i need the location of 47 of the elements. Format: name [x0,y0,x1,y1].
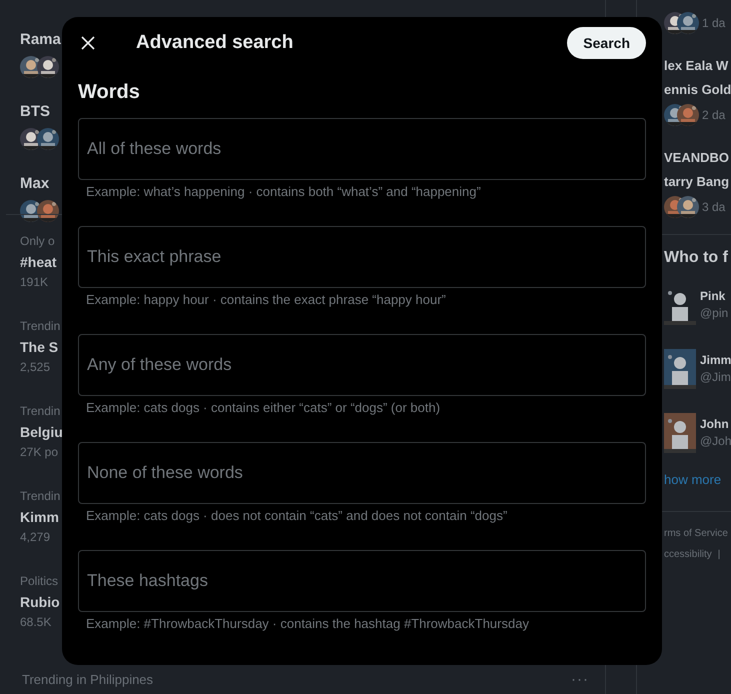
trend-name[interactable]: Kimm [20,507,62,527]
news-age: 2 da [702,106,726,124]
trend-name[interactable]: Belgiu [20,422,62,442]
account-handle: @Jim [700,369,731,386]
news-age: 1 da [702,14,726,32]
trend-count: 27K po [20,444,60,461]
field-hint: Example: what’s happening · contains both “what’s” and “happening” [85,184,482,200]
input-field[interactable]: Any of these words [78,334,646,396]
trend-name[interactable]: The S [20,337,62,357]
news-title[interactable]: BTS [20,102,62,122]
trend-context: Trendin [20,318,62,335]
trend-context: Trendin [20,488,62,505]
search-button[interactable]: Search [567,27,646,59]
news-title[interactable]: Rama [20,30,62,50]
account-name[interactable]: Jimm [700,352,731,369]
trend-name[interactable]: Rubio [20,592,62,612]
trend-context: Trendin [20,403,62,420]
input-field[interactable]: All of these words [78,118,646,180]
news-headline[interactable]: ennis Gold [664,80,731,100]
dialog-title: Advanced search [136,32,294,54]
trend-count: 68.5K [20,614,52,631]
trend-context: Only o [20,233,56,250]
account-name[interactable]: Pink [700,288,728,305]
trend-count: 191K [20,274,50,291]
trend-context: Politics [20,573,60,590]
news-headline[interactable]: lex Eala W [664,56,731,76]
trend-count: 2,525 [20,359,52,376]
field-hint: Example: happy hour · contains the exact phrase “happy hour” [85,292,447,308]
input-field[interactable]: This exact phrase [78,226,646,288]
trend-name[interactable]: #heat [20,252,62,272]
input-field[interactable]: These hashtags [78,550,646,612]
input-field[interactable]: None of these words [78,442,646,504]
account-name[interactable]: John [700,416,731,433]
account-handle: @Joh [700,433,731,450]
section-heading: Words [77,80,141,105]
field-hint: Example: cats dogs · does not contain “cats” and does not contain “dogs” [85,508,508,524]
field-hint: Example: cats dogs · contains either “cats” or “dogs” (or both) [85,400,442,416]
section-heading: Who to f [664,249,728,266]
trend-context: Trending in Philippines [22,671,154,688]
news-headline[interactable]: VEANDBO [664,148,731,168]
separator: | [718,549,720,560]
trend-count: 4,279 [20,529,52,546]
news-age: 3 da [702,198,726,216]
account-handle: @pin [700,305,728,322]
news-title[interactable]: Max [20,174,62,194]
news-headline[interactable]: tarry Bang [664,172,731,192]
field-hint: Example: #ThrowbackThursday · contains the hashtag #ThrowbackThursday [85,616,530,632]
